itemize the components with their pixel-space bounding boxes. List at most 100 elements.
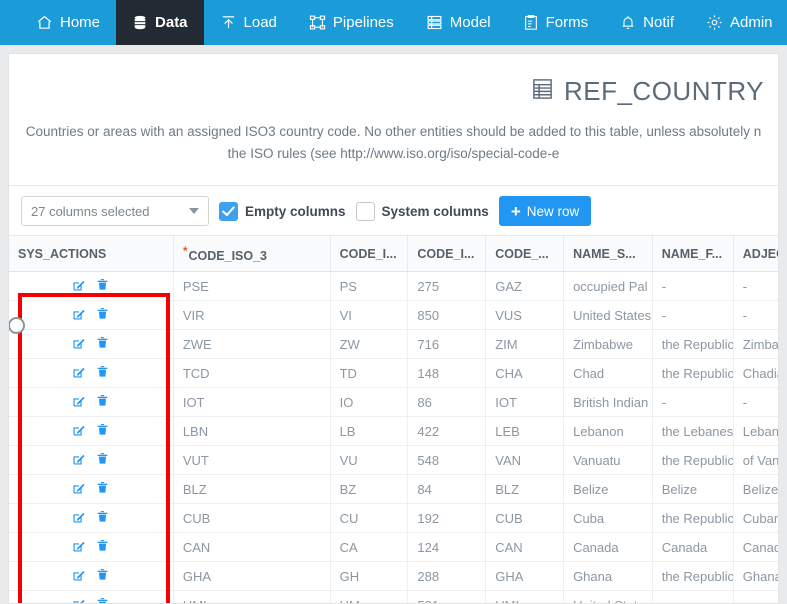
column-resize-handle[interactable] [9, 317, 25, 334]
cell-code-iso-3[interactable]: VIR [173, 300, 331, 331]
nav-item-home[interactable]: Home [20, 0, 116, 45]
cell-name-short[interactable]: Lebanon [563, 416, 653, 447]
cell-code[interactable]: VUS [485, 300, 565, 331]
cell-code-iso-2[interactable]: VI [330, 300, 409, 331]
cell-code-iso-num[interactable]: 275 [407, 271, 487, 302]
cell-code-iso-num[interactable]: 86 [407, 387, 487, 418]
cell-name-full[interactable]: - [652, 300, 734, 331]
cell-code-iso-num[interactable]: 124 [407, 532, 487, 563]
cell-code-iso-num[interactable]: 548 [407, 445, 487, 476]
cell-code-iso-num[interactable]: 148 [407, 358, 487, 389]
cell-adjective[interactable]: Cuban [733, 503, 778, 534]
cell-code[interactable]: CAN [485, 532, 565, 563]
cell-name-full[interactable]: the Republic [652, 445, 734, 476]
delete-row-icon[interactable] [96, 393, 109, 411]
cell-name-short[interactable]: Cuba [563, 503, 653, 534]
delete-row-icon[interactable] [96, 567, 109, 585]
cell-adjective[interactable]: Canadian [733, 532, 778, 563]
column-header-name-full[interactable]: NAME_F... [652, 235, 734, 273]
table-row[interactable]: CUBCU192CUBCubathe RepublicCubanHava [9, 503, 778, 534]
column-header-code-iso-3[interactable]: *CODE_ISO_3 [173, 235, 331, 273]
cell-code[interactable]: VAN [485, 445, 565, 476]
delete-row-icon[interactable] [96, 509, 109, 527]
nav-item-model[interactable]: Model [410, 0, 507, 45]
cell-name-full[interactable]: the Republic [652, 561, 734, 592]
cell-name-full[interactable]: - [652, 387, 734, 418]
system-columns-checkbox[interactable]: System columns [355, 201, 489, 221]
cell-code[interactable]: CHA [485, 358, 565, 389]
columns-select[interactable]: 27 columns selected [21, 196, 209, 226]
edit-row-icon[interactable] [72, 452, 86, 469]
cell-code-iso-2[interactable]: PS [330, 271, 409, 302]
cell-name-full[interactable]: the Republic [652, 503, 734, 534]
cell-name-short[interactable]: Belize [563, 474, 653, 505]
edit-row-icon[interactable] [72, 336, 86, 353]
delete-row-icon[interactable] [96, 596, 109, 603]
system-columns-checkbox-box[interactable] [355, 201, 375, 221]
delete-row-icon[interactable] [96, 306, 109, 324]
table-row[interactable]: VUTVU548VANVanuatuthe Republicof Vanuatu… [9, 445, 778, 476]
cell-code-iso-2[interactable]: UM [330, 590, 409, 603]
cell-code-iso-2[interactable]: VU [330, 445, 409, 476]
edit-row-icon[interactable] [72, 423, 86, 440]
cell-code-iso-num[interactable]: 192 [407, 503, 487, 534]
cell-adjective[interactable]: - [733, 387, 778, 418]
table-row[interactable]: LBNLB422LEBLebanonthe LebaneseLebaneseBe… [9, 416, 778, 447]
edit-row-icon[interactable] [72, 394, 86, 411]
table-row[interactable]: UMIUM581UMIUnited States--- [9, 590, 778, 603]
edit-row-icon[interactable] [72, 539, 86, 556]
cell-code[interactable]: LEB [485, 416, 565, 447]
cell-code-iso-3[interactable]: IOT [173, 387, 331, 418]
cell-adjective[interactable]: - [733, 271, 778, 302]
cell-code-iso-num[interactable]: 84 [407, 474, 487, 505]
edit-row-icon[interactable] [72, 307, 86, 324]
delete-row-icon[interactable] [96, 277, 109, 295]
cell-code-iso-3[interactable]: ZWE [173, 329, 331, 360]
cell-adjective[interactable]: Lebanese [733, 416, 778, 447]
cell-code-iso-num[interactable]: 850 [407, 300, 487, 331]
cell-name-full[interactable]: the Republic [652, 329, 734, 360]
cell-code-iso-2[interactable]: GH [330, 561, 409, 592]
cell-code-iso-3[interactable]: VUT [173, 445, 331, 476]
cell-code-iso-2[interactable]: BZ [330, 474, 409, 505]
nav-item-notif[interactable]: Notif [604, 0, 690, 45]
cell-name-short[interactable]: Chad [563, 358, 653, 389]
cell-name-full[interactable]: the Republic [652, 358, 734, 389]
delete-row-icon[interactable] [96, 480, 109, 498]
cell-code-iso-3[interactable]: CUB [173, 503, 331, 534]
column-header-code-iso-num[interactable]: CODE_I... [407, 235, 487, 273]
cell-code-iso-3[interactable]: TCD [173, 358, 331, 389]
delete-row-icon[interactable] [96, 422, 109, 440]
table-row[interactable]: CANCA124CANCanadaCanadaCanadianOtta [9, 532, 778, 563]
cell-code-iso-num[interactable]: 288 [407, 561, 487, 592]
nav-item-load[interactable]: Load [204, 0, 293, 45]
cell-code-iso-num[interactable]: 716 [407, 329, 487, 360]
column-header-adjective[interactable]: ADJECTI... [733, 235, 778, 273]
cell-name-full[interactable]: - [652, 590, 734, 603]
cell-code[interactable]: BLZ [485, 474, 565, 505]
cell-adjective[interactable]: Belizean [733, 474, 778, 505]
edit-row-icon[interactable] [72, 568, 86, 585]
cell-adjective[interactable]: of Vanuatu, V [733, 445, 778, 476]
cell-code-iso-num[interactable]: 581 [407, 590, 487, 603]
data-grid-wrapper[interactable]: SYS_ACTIONS *CODE_ISO_3 CODE_I... CODE_I… [9, 235, 778, 603]
cell-name-short[interactable]: United States [563, 300, 653, 331]
nav-item-data[interactable]: Data [116, 0, 204, 45]
cell-name-short[interactable]: occupied Pal [563, 271, 653, 302]
cell-code-iso-2[interactable]: LB [330, 416, 409, 447]
column-header-name-short[interactable]: NAME_S... [563, 235, 653, 273]
cell-adjective[interactable]: Zimbabwean [733, 329, 778, 360]
edit-row-icon[interactable] [72, 481, 86, 498]
cell-name-short[interactable]: Vanuatu [563, 445, 653, 476]
new-row-button[interactable]: + New row [498, 196, 592, 226]
table-row[interactable]: PSEPS275GAZoccupied Pal--- [9, 271, 778, 302]
cell-code-iso-2[interactable]: IO [330, 387, 409, 418]
cell-code-iso-3[interactable]: UMI [173, 590, 331, 603]
cell-name-short[interactable]: Canada [563, 532, 653, 563]
cell-code[interactable]: GHA [485, 561, 565, 592]
cell-adjective[interactable]: - [733, 300, 778, 331]
cell-adjective[interactable]: Chadian [733, 358, 778, 389]
delete-row-icon[interactable] [96, 364, 109, 382]
cell-code[interactable]: ZIM [485, 329, 565, 360]
cell-name-short[interactable]: United States [563, 590, 653, 603]
